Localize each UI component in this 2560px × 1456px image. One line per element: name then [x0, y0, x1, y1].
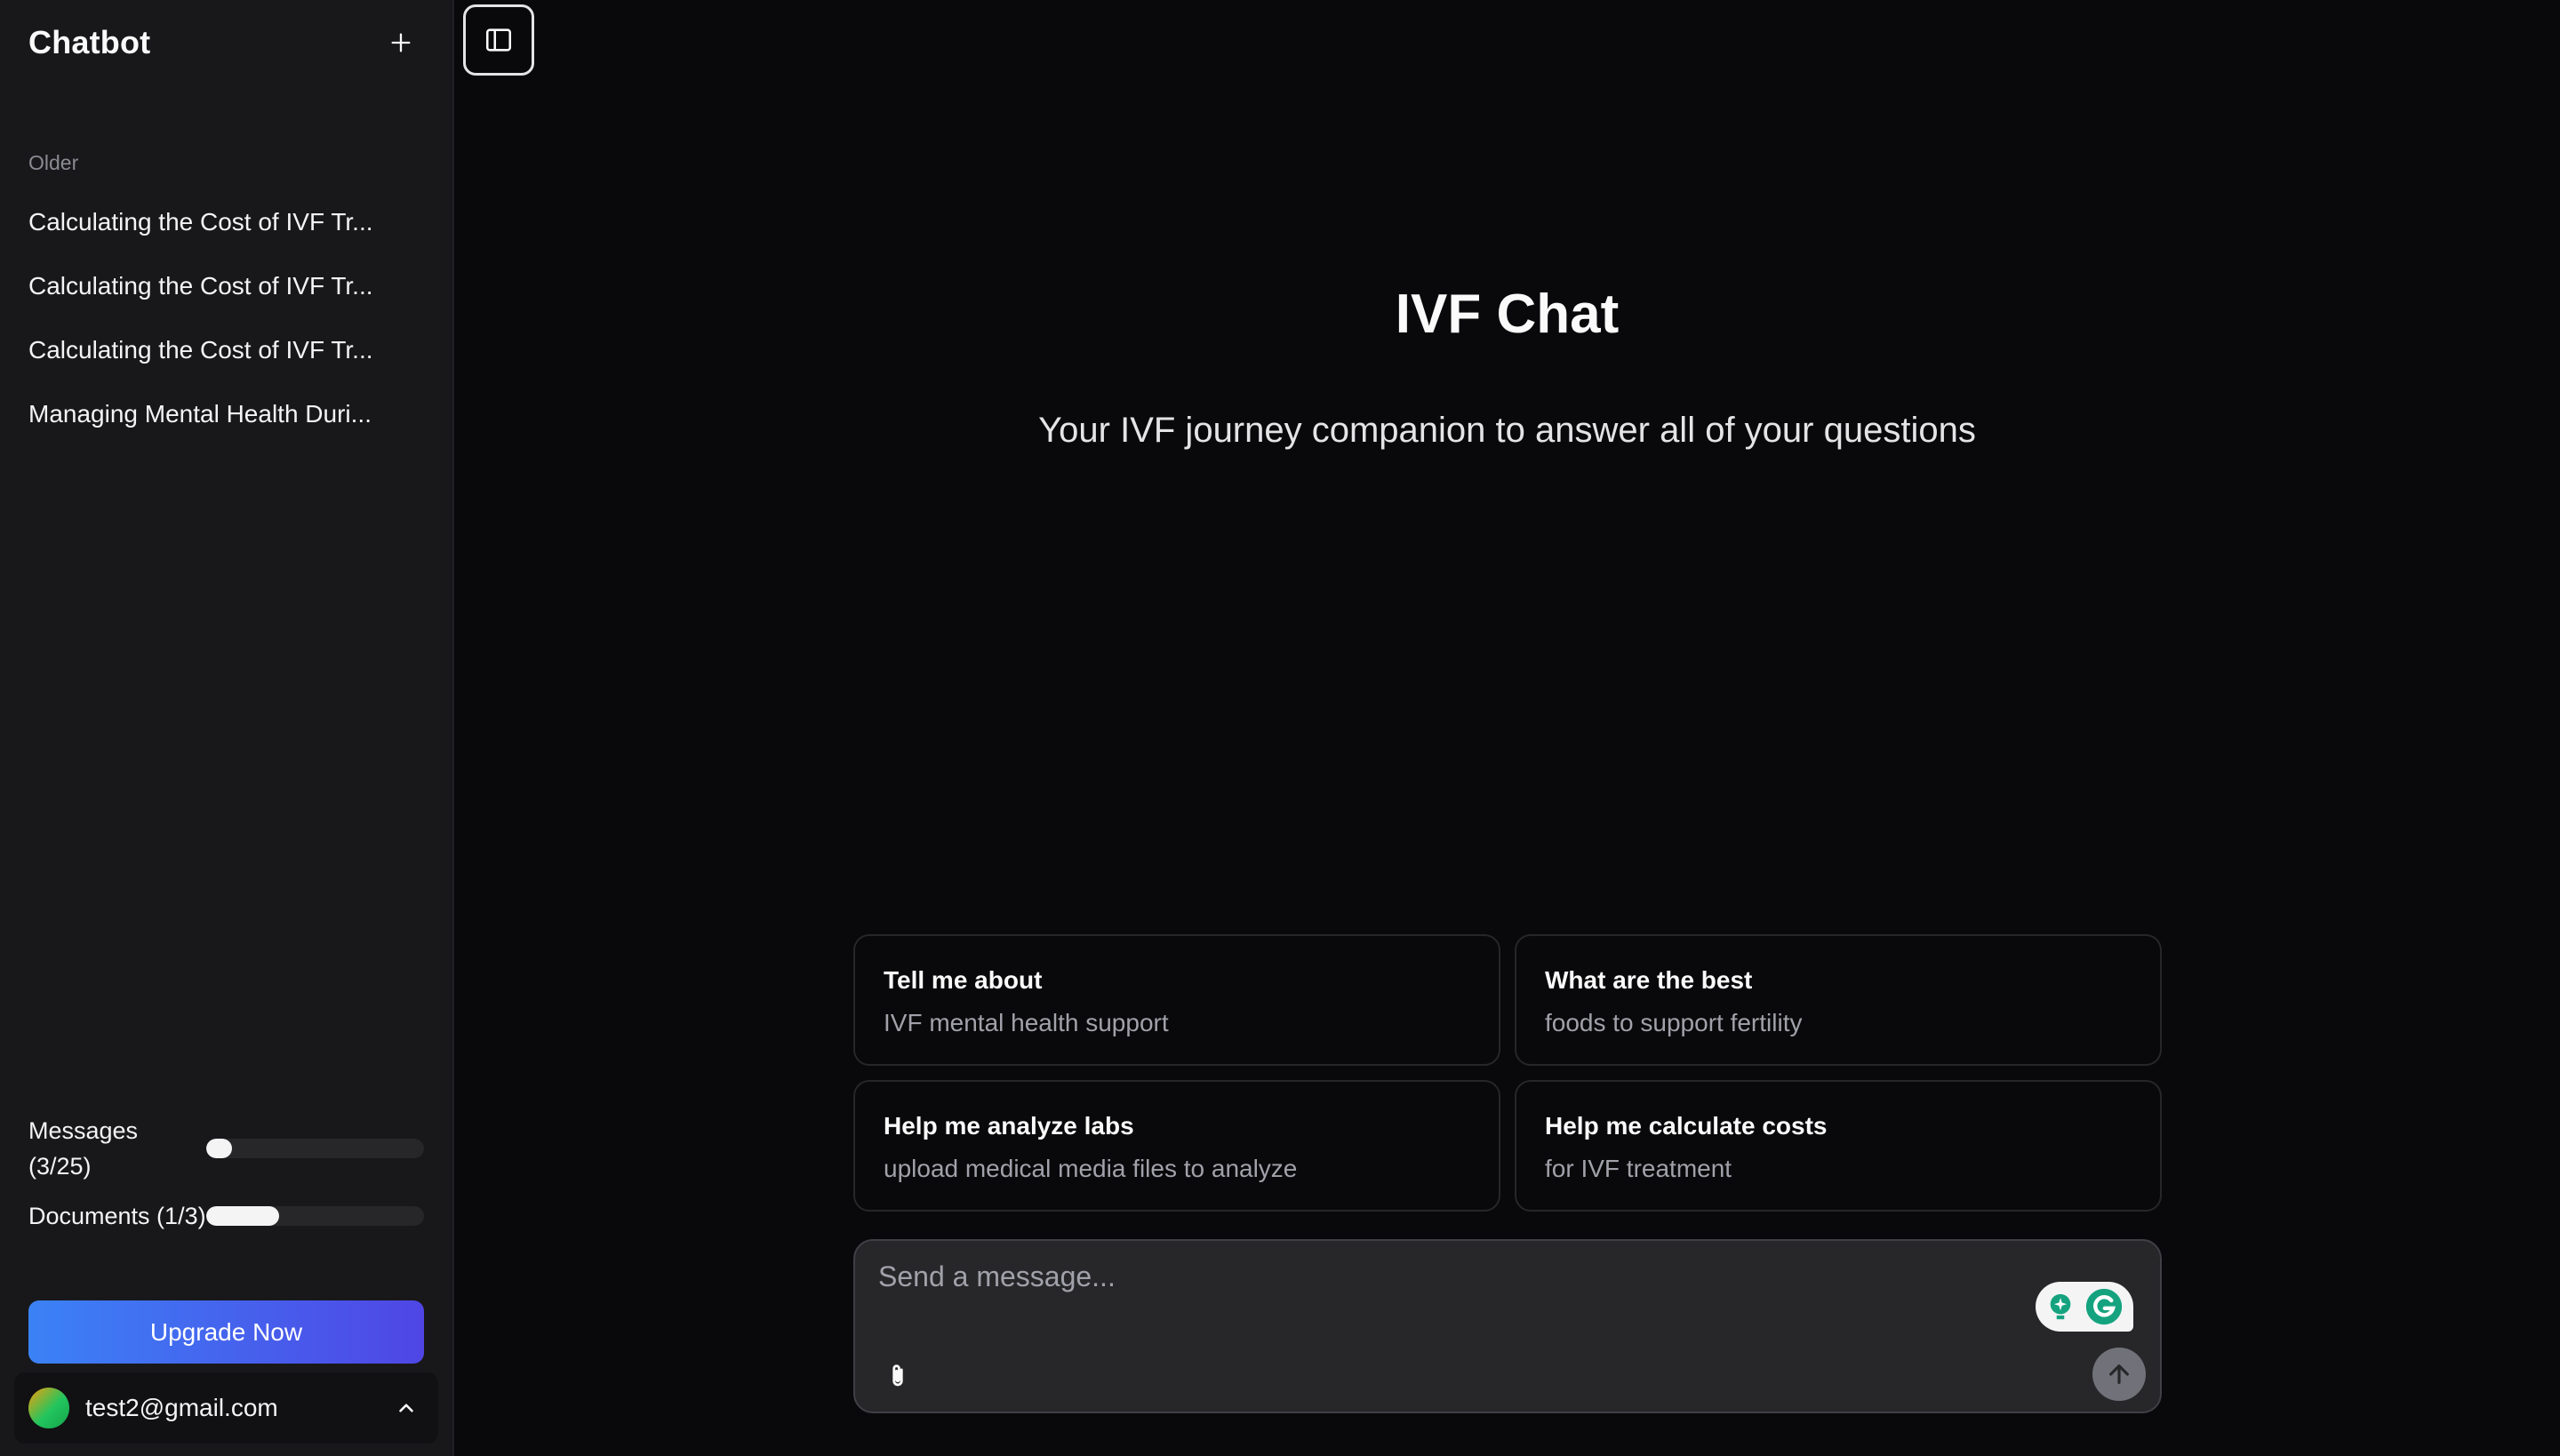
grammarly-widget[interactable]	[2036, 1282, 2133, 1332]
suggestion-subtitle: IVF mental health support	[884, 1009, 1169, 1036]
message-input[interactable]	[876, 1259, 2000, 1316]
arrow-up-icon	[2109, 1364, 2129, 1384]
attach-button[interactable]	[876, 1355, 919, 1397]
documents-usage-fill	[206, 1206, 279, 1226]
history-item[interactable]: Calculating the Cost of IVF Tr...	[14, 190, 438, 254]
suggestion-card[interactable]: Help me calculate costs for IVF treatmen…	[1515, 1080, 2162, 1212]
history-section-label: Older	[28, 151, 79, 174]
send-button[interactable]	[2092, 1348, 2146, 1401]
page-subtitle: Your IVF journey companion to answer all…	[1038, 411, 1976, 450]
documents-usage-bar	[206, 1206, 424, 1226]
history-item[interactable]: Calculating the Cost of IVF Tr...	[14, 254, 438, 318]
sidebar-toggle-button[interactable]	[463, 4, 534, 76]
grammarly-assist-icon	[2050, 1293, 2070, 1320]
messages-usage: Messages (3/25)	[28, 1113, 424, 1184]
grammarly-icon	[2086, 1288, 2123, 1325]
chat-history-list: Calculating the Cost of IVF Tr... Calcul…	[14, 190, 438, 446]
suggestion-subtitle: foods to support fertility	[1545, 1009, 1803, 1036]
suggestion-grid: Tell me about IVF mental health support …	[853, 934, 2162, 1212]
documents-usage: Documents (1/3)	[28, 1198, 424, 1234]
app-title: Chatbot	[28, 24, 151, 60]
suggestion-card[interactable]: Tell me about IVF mental health support	[853, 934, 1500, 1066]
sidebar-toggle-icon	[485, 28, 512, 52]
messages-usage-fill	[206, 1139, 233, 1158]
history-item[interactable]: Managing Mental Health Duri...	[14, 382, 438, 446]
suggestion-title: Tell me about	[884, 966, 1043, 994]
suggestion-title: Help me analyze labs	[884, 1112, 1134, 1140]
chevron-up-icon[interactable]	[388, 1390, 424, 1426]
suggestion-card[interactable]: What are the best foods to support ferti…	[1515, 934, 2162, 1066]
avatar	[28, 1388, 69, 1428]
suggestion-card[interactable]: Help me analyze labs upload medical medi…	[853, 1080, 1500, 1212]
plus-icon	[391, 33, 411, 52]
suggestion-subtitle: for IVF treatment	[1545, 1155, 1732, 1182]
documents-usage-label: Documents (1/3)	[28, 1203, 206, 1229]
user-menu[interactable]: test2@gmail.com	[14, 1372, 438, 1444]
new-chat-button[interactable]	[378, 20, 424, 66]
suggestion-title: Help me calculate costs	[1545, 1112, 1828, 1140]
message-composer	[853, 1239, 2162, 1413]
suggestion-title: What are the best	[1545, 966, 1753, 994]
paperclip-icon	[892, 1364, 903, 1387]
history-item[interactable]: Calculating the Cost of IVF Tr...	[14, 318, 438, 382]
sidebar: Chatbot Older Calculating the Cost of IV…	[0, 0, 454, 1456]
sidebar-header: Chatbot	[28, 20, 424, 66]
user-email: test2@gmail.com	[85, 1394, 278, 1421]
page-title: IVF Chat	[1395, 284, 1620, 345]
suggestion-subtitle: upload medical media files to analyze	[884, 1155, 1298, 1182]
upgrade-button[interactable]: Upgrade Now	[28, 1300, 424, 1364]
messages-usage-bar	[206, 1139, 424, 1158]
messages-usage-label: Messages (3/25)	[28, 1117, 139, 1180]
